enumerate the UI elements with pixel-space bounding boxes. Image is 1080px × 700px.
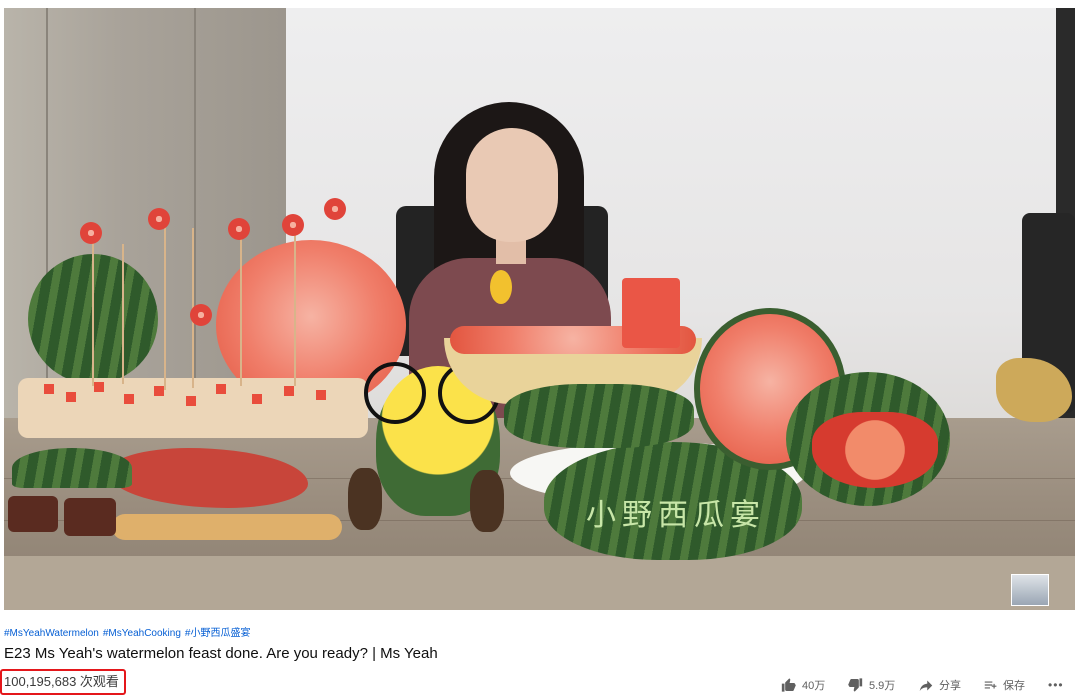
more-actions-button[interactable]: ••• [1048, 676, 1064, 694]
melon-balls [812, 412, 938, 488]
melon-flower [190, 304, 212, 326]
view-count: 100,195,683 次观看 [4, 674, 119, 689]
person-face [466, 128, 558, 242]
save-playlist-icon [982, 678, 998, 692]
fruit-cup [64, 498, 116, 536]
carving-text: 小野西瓜宴 [586, 498, 766, 533]
share-label: 分享 [939, 680, 961, 692]
like-count: 40万 [802, 680, 826, 692]
share-icon [918, 678, 934, 693]
melon-rind-base [112, 514, 342, 540]
video-title: E23 Ms Yeah's watermelon feast done. Are… [4, 645, 438, 662]
like-icon [780, 677, 797, 693]
like-button[interactable]: 40万 [780, 676, 825, 694]
more-icon: ••• [1048, 678, 1064, 692]
video-player[interactable]: 小野西瓜宴 [4, 8, 1075, 610]
dislike-button[interactable]: 5.9万 [847, 676, 895, 694]
channel-watermark[interactable] [1011, 574, 1049, 606]
save-button[interactable]: 保存 [982, 676, 1025, 694]
table-edge [4, 556, 1075, 610]
hashtag-link[interactable]: #小野西瓜盛宴 [185, 628, 251, 639]
car-wheel [470, 470, 504, 532]
melon-flower [282, 214, 304, 236]
save-label: 保存 [1003, 680, 1025, 692]
melon-flower [228, 218, 250, 240]
car-wheel [348, 468, 382, 530]
melon-flower [80, 222, 102, 244]
share-button[interactable]: 分享 [918, 676, 961, 694]
hashtag-link[interactable]: #MsYeahCooking [103, 628, 181, 639]
melon-dragon-boat [504, 384, 694, 448]
melon-flower [148, 208, 170, 230]
melon-flower [324, 198, 346, 220]
fruit-cup [8, 496, 58, 532]
bee-figure [490, 270, 512, 304]
character-glasses-left [364, 362, 426, 424]
melon-leaf-carving [12, 448, 132, 488]
melon-gate-carving [622, 278, 680, 348]
hashtag-row: #MsYeahWatermelon #MsYeahCooking #小野西瓜盛宴 [4, 627, 254, 640]
hashtag-link[interactable]: #MsYeahWatermelon [4, 628, 99, 639]
dislike-count: 5.9万 [869, 680, 896, 692]
dislike-icon [847, 677, 864, 693]
